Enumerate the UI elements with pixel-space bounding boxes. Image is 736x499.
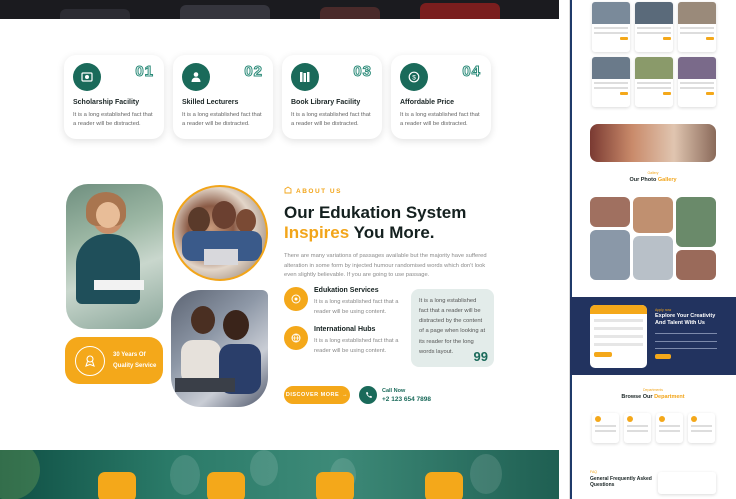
apply-title: Explore Your Creativity And Talent With … bbox=[655, 313, 716, 327]
department-card[interactable] bbox=[688, 413, 715, 443]
faq-item[interactable] bbox=[658, 472, 716, 494]
apply-section-preview: Apply now Explore Your Creativity And Ta… bbox=[570, 297, 736, 375]
heading-line-1: Our Edukation System bbox=[284, 203, 467, 222]
services-icon bbox=[284, 287, 308, 311]
quote-box: It is a long established fact that a rea… bbox=[411, 289, 494, 367]
badge-line-1: 30 Years Of bbox=[113, 352, 146, 359]
feature-card[interactable]: $ 04 Affordable Price It is a long estab… bbox=[391, 55, 491, 139]
department-grid-preview bbox=[592, 413, 715, 443]
course-card[interactable] bbox=[592, 2, 630, 52]
call-number: +2 123 654 7898 bbox=[382, 395, 431, 403]
course-card[interactable] bbox=[592, 57, 630, 107]
apply-tag: Apply now bbox=[655, 308, 672, 312]
tagline-text: ABOUT US bbox=[296, 187, 342, 195]
gallery-photo[interactable] bbox=[633, 197, 673, 233]
gallery-title: Our Photo Gallery bbox=[629, 177, 677, 183]
gallery-tag: Gallery bbox=[647, 171, 659, 175]
about-tagline: ABOUT US bbox=[284, 186, 494, 196]
gallery-photo[interactable] bbox=[676, 250, 716, 280]
badge-line-2: Quality Service bbox=[113, 362, 157, 369]
discover-label: DISCOVER MORE bbox=[285, 392, 340, 398]
heading-rest: You More. bbox=[349, 223, 435, 243]
stat-icon-box bbox=[98, 472, 136, 499]
feature-card[interactable]: 03 Book Library Facility It is a long es… bbox=[282, 55, 382, 139]
department-card[interactable] bbox=[656, 413, 683, 443]
heading-highlight: Inspires bbox=[284, 223, 350, 243]
feature-desc: It is a long established fact that a rea… bbox=[182, 112, 262, 128]
about-photo-student-reading bbox=[66, 184, 163, 329]
page: 01 Scholarship Facility It is a long est… bbox=[0, 0, 736, 499]
course-grid-preview bbox=[592, 2, 716, 107]
faq-title: General Frequently Asked Questions bbox=[590, 476, 652, 489]
about-heading: Our Edukation System Inspires You More. bbox=[284, 203, 494, 244]
price-icon: $ bbox=[400, 63, 428, 91]
service-item: Edukation Services It is a long establis… bbox=[284, 287, 404, 318]
quote-mark: 99 bbox=[473, 349, 488, 364]
building-icon bbox=[284, 186, 292, 196]
feature-number: 04 bbox=[462, 63, 481, 81]
scholarship-icon bbox=[73, 63, 101, 91]
service-title: Edukation Services bbox=[314, 287, 379, 294]
about-paragraph: There are many variations of passages av… bbox=[284, 252, 487, 279]
lecturer-icon bbox=[182, 63, 210, 91]
gallery-photo[interactable] bbox=[676, 197, 716, 247]
dept-title: Browse Our Department bbox=[621, 394, 685, 400]
course-card[interactable] bbox=[635, 57, 673, 107]
top-banner-image bbox=[0, 0, 559, 19]
arrow-right-icon: → bbox=[342, 392, 349, 398]
service-title: International Hubs bbox=[314, 326, 376, 333]
about-photo-students-study bbox=[171, 290, 268, 407]
discover-more-button[interactable]: DISCOVER MORE → bbox=[284, 386, 350, 404]
preview-frame-edge bbox=[570, 0, 572, 499]
faq-preview: FAQ General Frequently Asked Questions bbox=[590, 470, 716, 494]
apply-form[interactable] bbox=[590, 305, 647, 368]
award-icon bbox=[75, 345, 105, 376]
course-card[interactable] bbox=[635, 2, 673, 52]
feature-title: Skilled Lecturers bbox=[182, 99, 239, 106]
feature-cards: 01 Scholarship Facility It is a long est… bbox=[64, 55, 491, 139]
about-section: ABOUT US Our Edukation System Inspires Y… bbox=[284, 186, 494, 281]
feature-desc: It is a long established fact that a rea… bbox=[400, 112, 480, 128]
page-preview-sidebar: Gallery Our Photo Gallery Apply now Expl… bbox=[570, 0, 736, 499]
quote-text: It is a long established fact that a rea… bbox=[419, 298, 486, 355]
feature-card[interactable]: 02 Skilled Lecturers It is a long establ… bbox=[173, 55, 273, 139]
svg-text:$: $ bbox=[412, 75, 416, 82]
service-item: International Hubs It is a long establis… bbox=[284, 326, 404, 357]
about-photo-group-laptop bbox=[172, 185, 268, 281]
feature-card[interactable]: 01 Scholarship Facility It is a long est… bbox=[64, 55, 164, 139]
feature-title: Affordable Price bbox=[400, 99, 455, 106]
feature-number: 01 bbox=[135, 63, 154, 81]
feature-title: Book Library Facility bbox=[291, 99, 361, 106]
course-card[interactable] bbox=[678, 57, 716, 107]
stat-icon-box bbox=[425, 472, 463, 499]
service-desc: It is a long established fact that a rea… bbox=[314, 299, 399, 315]
apply-button[interactable] bbox=[655, 354, 671, 359]
feature-desc: It is a long established fact that a rea… bbox=[291, 112, 371, 128]
experience-badge: 30 Years Of Quality Service bbox=[65, 337, 163, 384]
call-now[interactable]: Call Now +2 123 654 7898 bbox=[359, 386, 431, 404]
course-card[interactable] bbox=[678, 2, 716, 52]
campus-banner-image bbox=[590, 124, 716, 162]
gallery-photo[interactable] bbox=[590, 230, 630, 280]
department-card[interactable] bbox=[624, 413, 651, 443]
stat-icon-box bbox=[316, 472, 354, 499]
department-card[interactable] bbox=[592, 413, 619, 443]
feature-desc: It is a long established fact that a rea… bbox=[73, 112, 153, 128]
call-label: Call Now bbox=[382, 387, 406, 394]
phone-icon bbox=[359, 386, 377, 404]
service-desc: It is a long established fact that a rea… bbox=[314, 338, 399, 354]
globe-icon bbox=[284, 326, 308, 350]
feature-title: Scholarship Facility bbox=[73, 99, 140, 106]
feature-number: 03 bbox=[353, 63, 372, 81]
stats-band bbox=[0, 450, 559, 499]
feature-number: 02 bbox=[244, 63, 263, 81]
library-icon bbox=[291, 63, 319, 91]
gallery-photo[interactable] bbox=[590, 197, 630, 227]
gallery-photo[interactable] bbox=[633, 236, 673, 280]
dept-tag: Departments bbox=[642, 388, 664, 392]
stat-icon-box bbox=[207, 472, 245, 499]
